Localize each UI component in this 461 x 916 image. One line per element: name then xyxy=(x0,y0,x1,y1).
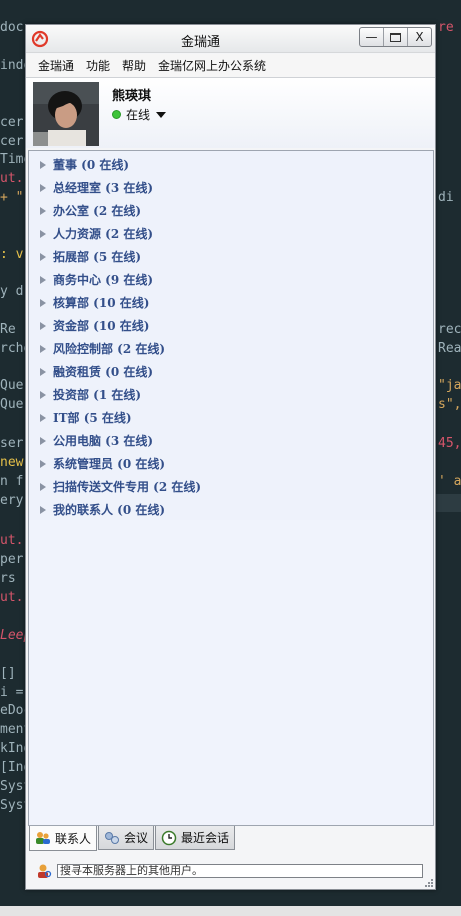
menu-help[interactable]: 帮助 xyxy=(116,57,152,74)
app-window: 金瑞通 — X 金瑞通 功能 帮助 金瑞亿网上办公系统 熊瑛琪 在线 董事 (0… xyxy=(25,24,436,890)
contact-group-label: 办公室 (2 在线) xyxy=(53,204,142,218)
contact-group-label: 融资租赁 (0 在线) xyxy=(53,365,154,379)
user-search-icon xyxy=(38,864,52,878)
close-button[interactable]: X xyxy=(408,28,431,46)
avatar-photo xyxy=(33,82,99,146)
contact-group[interactable]: 扫描传送文件专用 (2 在线) xyxy=(29,475,433,498)
bottom-tabs: 联系人 会议 最近会话 xyxy=(29,826,434,851)
minimize-button[interactable]: — xyxy=(360,28,384,46)
tab-meetings-label: 会议 xyxy=(124,831,149,845)
title-bar[interactable]: 金瑞通 — X xyxy=(26,25,435,53)
profile-header: 熊瑛琪 在线 xyxy=(26,78,435,148)
expand-arrow-icon xyxy=(40,436,46,445)
contact-group-label: 人力资源 (2 在线) xyxy=(53,227,154,241)
contact-group[interactable]: 融资租赁 (0 在线) xyxy=(29,360,433,383)
contact-group[interactable]: 总经理室 (3 在线) xyxy=(29,176,433,199)
list-empty-area xyxy=(29,520,433,825)
minimize-icon: — xyxy=(365,30,378,44)
expand-arrow-icon xyxy=(40,206,46,215)
contact-group[interactable]: 投资部 (1 在线) xyxy=(29,383,433,406)
contact-group[interactable]: 人力资源 (2 在线) xyxy=(29,222,433,245)
contact-group[interactable]: 拓展部 (5 在线) xyxy=(29,245,433,268)
contact-group-label: 风险控制部 (2 在线) xyxy=(53,342,166,356)
menu-bar: 金瑞通 功能 帮助 金瑞亿网上办公系统 xyxy=(26,54,435,78)
expand-arrow-icon xyxy=(40,390,46,399)
contact-group-label: 总经理室 (3 在线) xyxy=(53,181,154,195)
contact-group[interactable]: 董事 (0 在线) xyxy=(29,153,433,176)
contact-group[interactable]: 商务中心 (9 在线) xyxy=(29,268,433,291)
status-selector[interactable]: 在线 xyxy=(112,106,167,123)
contact-group[interactable]: 我的联系人 (0 在线) xyxy=(29,498,433,521)
tab-recent-sessions[interactable]: 最近会话 xyxy=(155,826,236,850)
tab-contacts[interactable]: 联系人 xyxy=(29,826,98,851)
online-status-icon xyxy=(112,110,121,119)
window-title: 金瑞通 xyxy=(180,35,220,50)
expand-arrow-icon xyxy=(40,252,46,261)
expand-arrow-icon xyxy=(40,459,46,468)
menu-app[interactable]: 金瑞通 xyxy=(32,57,80,74)
expand-arrow-icon xyxy=(40,298,46,307)
expand-arrow-icon xyxy=(40,229,46,238)
expand-arrow-icon xyxy=(40,413,46,422)
expand-arrow-icon xyxy=(40,160,46,169)
expand-arrow-icon xyxy=(40,367,46,376)
contact-group-label: 董事 (0 在线) xyxy=(53,158,130,172)
contact-group-label: 拓展部 (5 在线) xyxy=(53,250,142,264)
group-list: 董事 (0 在线) 总经理室 (3 在线) 办公室 (2 在线) 人力资源 (2 在线… xyxy=(29,151,433,520)
clock-icon xyxy=(161,830,177,845)
tab-recent-label: 最近会话 xyxy=(181,831,230,845)
contact-group-label: 系统管理员 (0 在线) xyxy=(53,457,166,471)
tab-contacts-label: 联系人 xyxy=(55,831,92,846)
maximize-button[interactable] xyxy=(384,28,408,46)
contact-group[interactable]: 核算部 (10 在线) xyxy=(29,291,433,314)
expand-arrow-icon xyxy=(40,183,46,192)
chevron-down-icon xyxy=(156,111,167,118)
status-label: 在线 xyxy=(126,108,151,122)
contact-group[interactable]: 办公室 (2 在线) xyxy=(29,199,433,222)
maximize-icon xyxy=(390,32,401,42)
contact-group[interactable]: 资金部 (10 在线) xyxy=(29,314,433,337)
contact-group-label: 资金部 (10 在线) xyxy=(53,319,150,333)
close-icon: X xyxy=(415,30,424,44)
contact-group-label: 公用电脑 (3 在线) xyxy=(53,434,154,448)
contact-group[interactable]: 风险控制部 (2 在线) xyxy=(29,337,433,360)
contact-group-label: 我的联系人 (0 在线) xyxy=(53,503,166,517)
expand-arrow-icon xyxy=(40,321,46,330)
contacts-icon xyxy=(36,832,50,844)
tab-meetings[interactable]: 会议 xyxy=(98,826,155,850)
window-controls: — X xyxy=(359,27,432,47)
resize-grip-icon[interactable] xyxy=(424,878,434,888)
contact-group-label: IT部 (5 在线) xyxy=(53,411,132,425)
contact-group-label: 商务中心 (9 在线) xyxy=(53,273,154,287)
contact-list-panel: 董事 (0 在线) 总经理室 (3 在线) 办公室 (2 在线) 人力资源 (2 在线… xyxy=(28,150,434,826)
meeting-icon xyxy=(105,831,120,844)
contact-group[interactable]: IT部 (5 在线) xyxy=(29,406,433,429)
menu-functions[interactable]: 功能 xyxy=(80,57,116,74)
expand-arrow-icon xyxy=(40,344,46,353)
contact-group-label: 投资部 (1 在线) xyxy=(53,388,142,402)
expand-arrow-icon xyxy=(40,275,46,284)
contact-group[interactable]: 系统管理员 (0 在线) xyxy=(29,452,433,475)
background-footer xyxy=(0,906,461,916)
search-bar: 搜寻本服务器上的其他用户。 xyxy=(26,855,435,889)
avatar[interactable] xyxy=(33,82,99,146)
expand-arrow-icon xyxy=(40,482,46,491)
contact-group[interactable]: 公用电脑 (3 在线) xyxy=(29,429,433,452)
contact-group-label: 核算部 (10 在线) xyxy=(53,296,150,310)
contact-group-label: 扫描传送文件专用 (2 在线) xyxy=(53,480,202,494)
expand-arrow-icon xyxy=(40,505,46,514)
user-name: 熊瑛琪 xyxy=(112,89,152,104)
search-input[interactable]: 搜寻本服务器上的其他用户。 xyxy=(57,864,423,878)
menu-office-system[interactable]: 金瑞亿网上办公系统 xyxy=(152,57,272,74)
